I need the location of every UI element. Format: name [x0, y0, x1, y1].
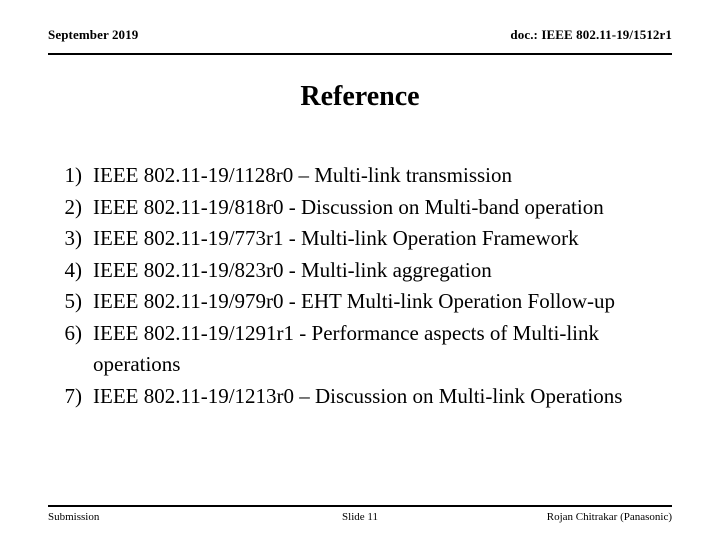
slide-footer: Submission Slide 11 Rojan Chitrakar (Pan… [48, 505, 672, 531]
list-item: 2) IEEE 802.11-19/818r0 - Discussion on … [48, 192, 672, 224]
list-item: 4) IEEE 802.11-19/823r0 - Multi-link agg… [48, 255, 672, 287]
list-item: 1) IEEE 802.11-19/1128r0 – Multi-link tr… [48, 160, 672, 192]
list-item: 7) IEEE 802.11-19/1213r0 – Discussion on… [48, 381, 672, 413]
list-item-marker: 1) [64, 163, 83, 187]
list-item-marker: 2) [64, 194, 83, 219]
reference-list-container: 1) IEEE 802.11-19/1128r0 – Multi-link tr… [48, 160, 672, 412]
list-item-text: IEEE 802.11-19/818r0 - Discussion on Mul… [93, 194, 604, 219]
list-item-text: IEEE 802.11-19/1213r0 – Discussion on Mu… [93, 383, 623, 408]
page-title: Reference [300, 81, 420, 112]
list-item-marker: 3) [64, 226, 83, 250]
list-item-text: IEEE 802.11-19/1291r1 - Performance aspe… [93, 320, 600, 377]
header-doc-id: doc.: IEEE 802.11-19/1512r1 [510, 27, 672, 42]
slide-header: September 2019 doc.: IEEE 802.11-19/1512… [48, 27, 672, 55]
slide: September 2019 doc.: IEEE 802.11-19/1512… [0, 0, 720, 540]
list-item-marker: 7) [64, 383, 83, 408]
list-item-marker: 4) [64, 257, 83, 282]
reference-list: 1) IEEE 802.11-19/1128r0 – Multi-link tr… [48, 160, 672, 412]
list-item-text: IEEE 802.11-19/979r0 - EHT Multi-link Op… [93, 289, 616, 313]
header-date: September 2019 [48, 27, 139, 42]
list-item-marker: 5) [64, 289, 83, 313]
footer-inner: Submission Slide 11 Rojan Chitrakar (Pan… [48, 507, 672, 535]
list-item: 3) IEEE 802.11-19/773r1 - Multi-link Ope… [48, 223, 672, 255]
footer-author: Rojan Chitrakar (Panasonic) [546, 511, 672, 523]
list-item: 6) IEEE 802.11-19/1291r1 - Performance a… [48, 318, 672, 381]
list-item: 5) IEEE 802.11-19/979r0 - EHT Multi-link… [48, 286, 672, 318]
list-item-text: IEEE 802.11-19/1128r0 – Multi-link trans… [93, 163, 512, 187]
list-item-marker: 6) [64, 320, 83, 345]
list-item-text: IEEE 802.11-19/773r1 - Multi-link Operat… [93, 226, 579, 250]
list-item-text: IEEE 802.11-19/823r0 - Multi-link aggreg… [93, 257, 492, 282]
